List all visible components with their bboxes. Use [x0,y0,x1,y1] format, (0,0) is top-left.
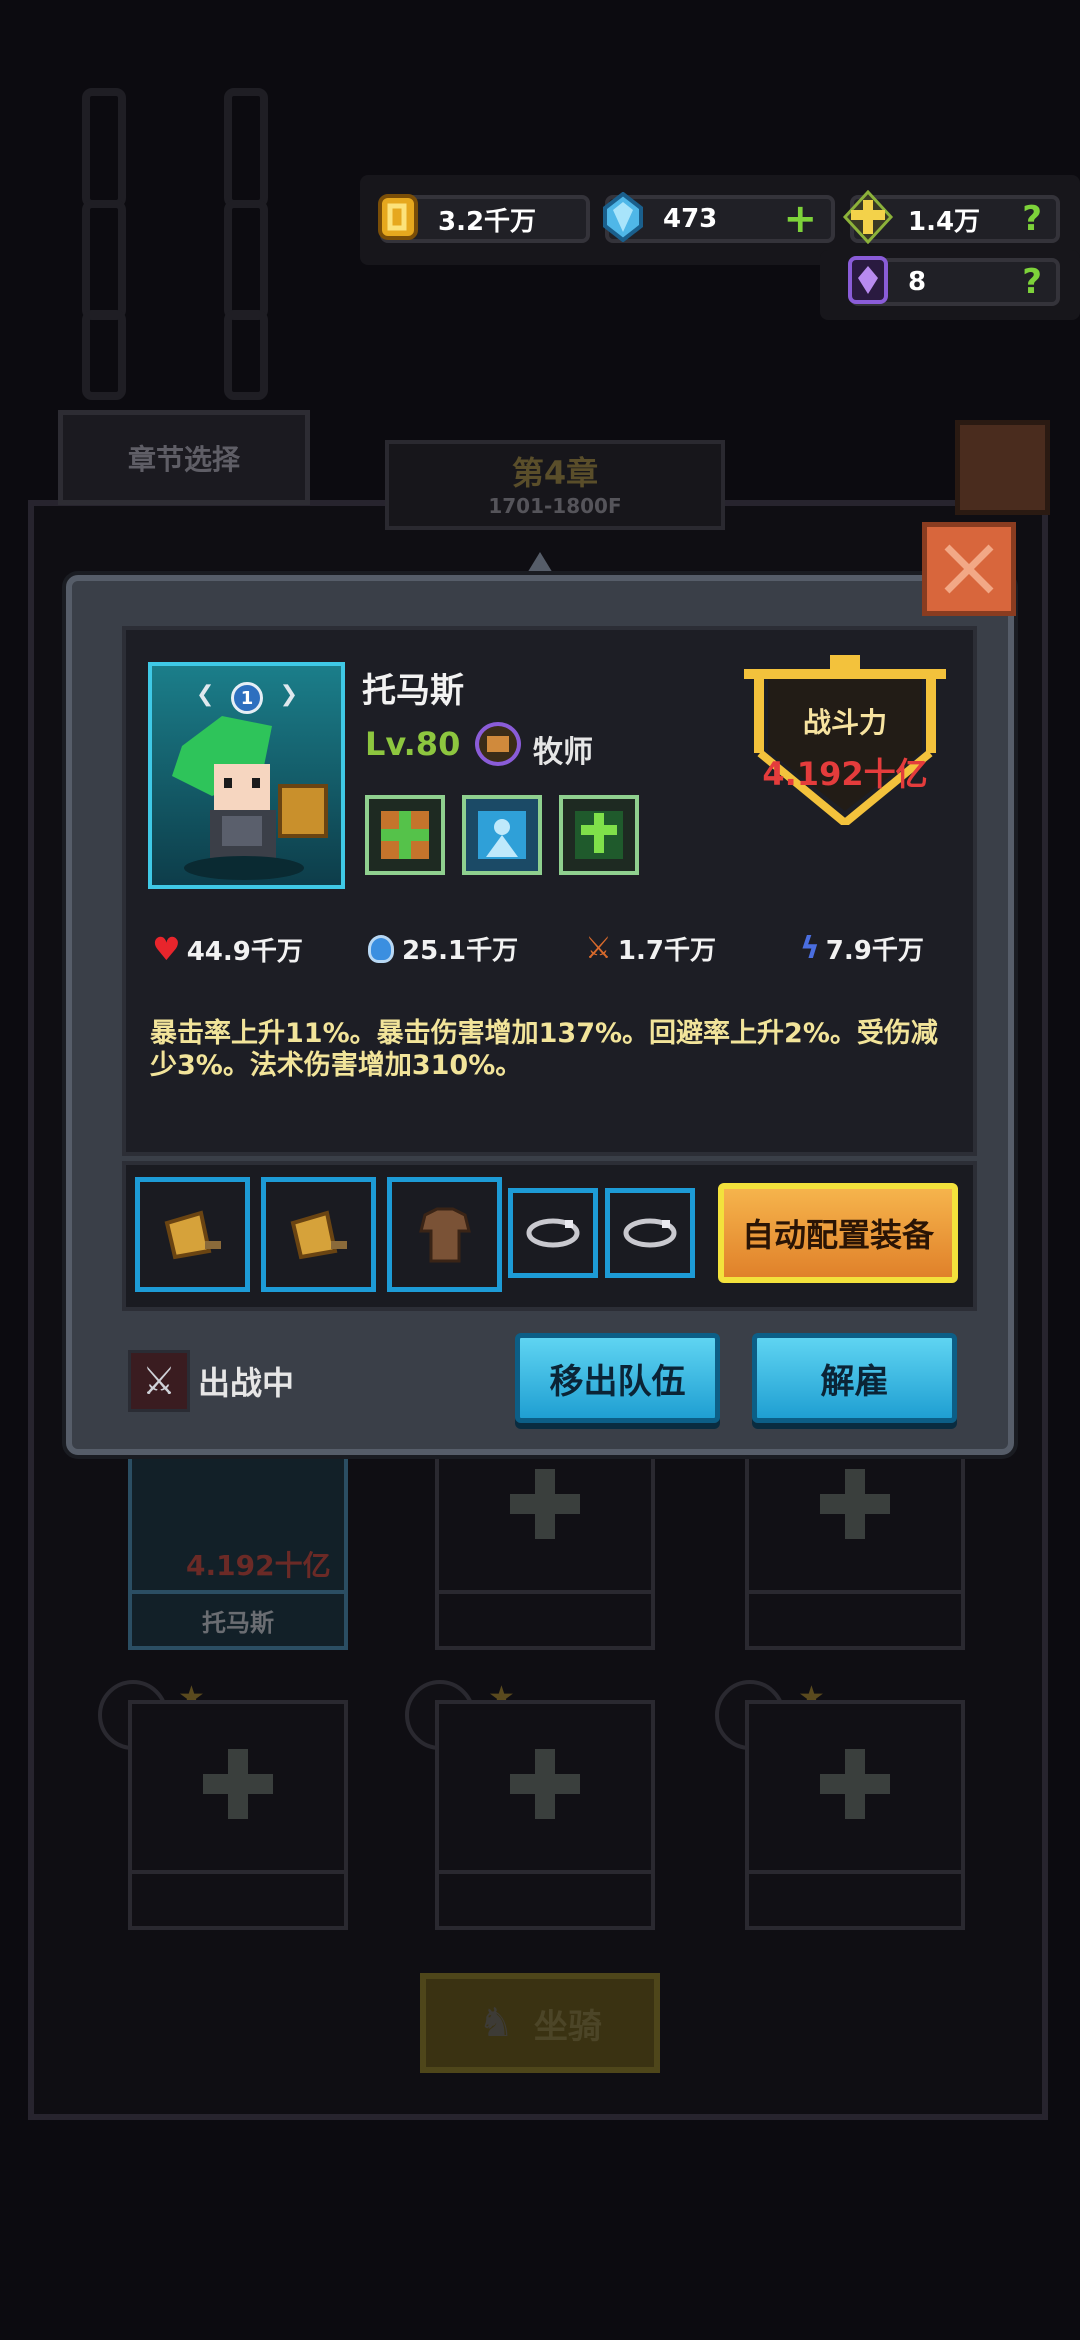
cross-help-button[interactable]: ? [1022,199,1042,239]
team-member-name-bar: 托马斯 [132,1590,344,1646]
chapter-title: 第4章 [511,454,599,492]
stat-mp: 25.1千万 [368,930,518,967]
close-icon [944,544,994,594]
slot-name-bar [132,1870,344,1926]
equip-slot-armor[interactable] [387,1177,502,1292]
skill-slot-holy-cross[interactable] [559,795,639,875]
team-slot-empty[interactable] [745,1700,965,1930]
plus-icon [820,1468,890,1539]
team-member-power: 4.192十亿 [186,1549,331,1582]
gem-counter: 473 + [603,192,835,243]
chain-decoration [82,88,126,208]
chain-decoration [224,88,268,208]
power-value: 4.192十亿 [762,755,928,793]
purple-crystal-icon [840,252,896,308]
slot-name-bar [749,1870,961,1926]
holy-cross-skill-icon [575,811,623,859]
class-book-icon [475,722,521,766]
team-member-name: 托马斯 [202,1608,274,1637]
crystal-counter: 8 ? [848,256,1060,306]
slot-name-bar [749,1590,961,1646]
plus-icon [510,1748,580,1819]
gold-counter: 3.2千万 [378,194,590,243]
attack-value: 1.7千万 [617,936,716,966]
ring-icon [623,1218,677,1248]
hero-name: 托马斯 [362,671,464,711]
crossed-swords-icon: ⚔ [128,1350,190,1412]
wing-icon: ❮ [196,682,215,707]
stat-attack: ⚔ 1.7千万 [585,930,716,967]
dismiss-button[interactable]: 解雇 [752,1333,957,1423]
leather-armor-icon [418,1207,471,1262]
lightning-icon: ϟ [800,931,820,966]
ring-icon [526,1218,580,1248]
hero-rank: 1 [231,682,263,714]
equip-slot-ring-1[interactable] [508,1188,598,1278]
holy-cross-icon [840,189,896,245]
chapter-range: 1701-1800F [488,494,622,518]
crystal-value: 8 [908,267,927,297]
equip-slot-weapon-2[interactable] [261,1177,376,1292]
plus-icon [510,1468,580,1539]
skill-slot-heal-box[interactable] [365,795,445,875]
slot-name-bar [439,1870,651,1926]
remove-from-team-button[interactable]: 移出队伍 [515,1333,720,1423]
mount-label: 坐骑 [533,2006,602,2047]
team-slot-empty[interactable] [435,1700,655,1930]
wing-icon: ❯ [279,682,298,707]
cross-value: 1.4万 [908,206,981,237]
background-close-button[interactable] [955,420,1050,515]
heart-icon: ♥ [152,930,181,968]
chain-decoration [224,310,268,400]
cross-counter: 1.4万 ? [842,190,1060,244]
skill-slot-blessing[interactable] [462,795,542,875]
hero-portrait[interactable]: ❮ 1 ❯ [148,662,345,889]
combat-power-banner: 战斗力 4.192十亿 [740,655,950,825]
close-button[interactable] [922,522,1016,616]
speed-value: 7.9千万 [825,936,924,966]
team-slot-empty[interactable] [128,1700,348,1930]
chain-decoration [82,200,126,320]
mp-value: 25.1千万 [402,936,519,966]
equip-slot-weapon-1[interactable] [135,1177,250,1292]
gem-value: 473 [663,204,718,234]
blessing-figure-icon [478,811,526,859]
stat-speed: ϟ 7.9千万 [800,930,924,967]
power-label: 战斗力 [802,706,887,739]
deployed-label: 出战中 [198,1364,295,1402]
plus-icon [820,1748,890,1819]
gold-value: 3.2千万 [438,206,537,237]
chapter-header: 第4章 1701-1800F [385,440,725,530]
hero-level: Lv.80 [365,725,461,763]
sword-icon: ⚔ [585,931,612,966]
bell-weapon-icon [164,1209,221,1259]
bell-weapon-icon [290,1209,347,1259]
blue-gem-icon [595,189,651,245]
hero-class: 牧师 [533,735,593,770]
mount-button[interactable]: ♞ 坐骑 [420,1973,660,2073]
add-gem-button[interactable]: + [783,199,817,239]
chain-decoration [82,310,126,400]
horse-icon: ♞ [478,2000,514,2046]
chapter-select-button[interactable]: 章节选择 [58,410,310,505]
gold-coin-icon [370,189,426,245]
hero-sprite [172,716,328,880]
chapter-select-label: 章节选择 [127,442,240,476]
equip-slot-ring-2[interactable] [605,1188,695,1278]
stat-hp: ♥ 44.9千万 [152,930,303,968]
heal-box-icon [381,811,429,859]
auto-equip-button[interactable]: 自动配置装备 [718,1183,958,1283]
hero-passive-description: 暴击率上升11%。暴击伤害增加137%。回避率上升2%。受伤减少3%。法术伤害增… [150,1018,938,1081]
crystal-help-button[interactable]: ? [1022,262,1042,302]
deployed-status: ⚔ 出战中 [128,1350,294,1412]
hero-rank-badge: ❮ 1 ❯ [196,680,298,716]
hp-value: 44.9千万 [186,936,303,967]
chain-decoration [224,200,268,320]
plus-icon [203,1748,273,1819]
mana-potion-icon [368,934,394,963]
slot-name-bar [439,1590,651,1646]
